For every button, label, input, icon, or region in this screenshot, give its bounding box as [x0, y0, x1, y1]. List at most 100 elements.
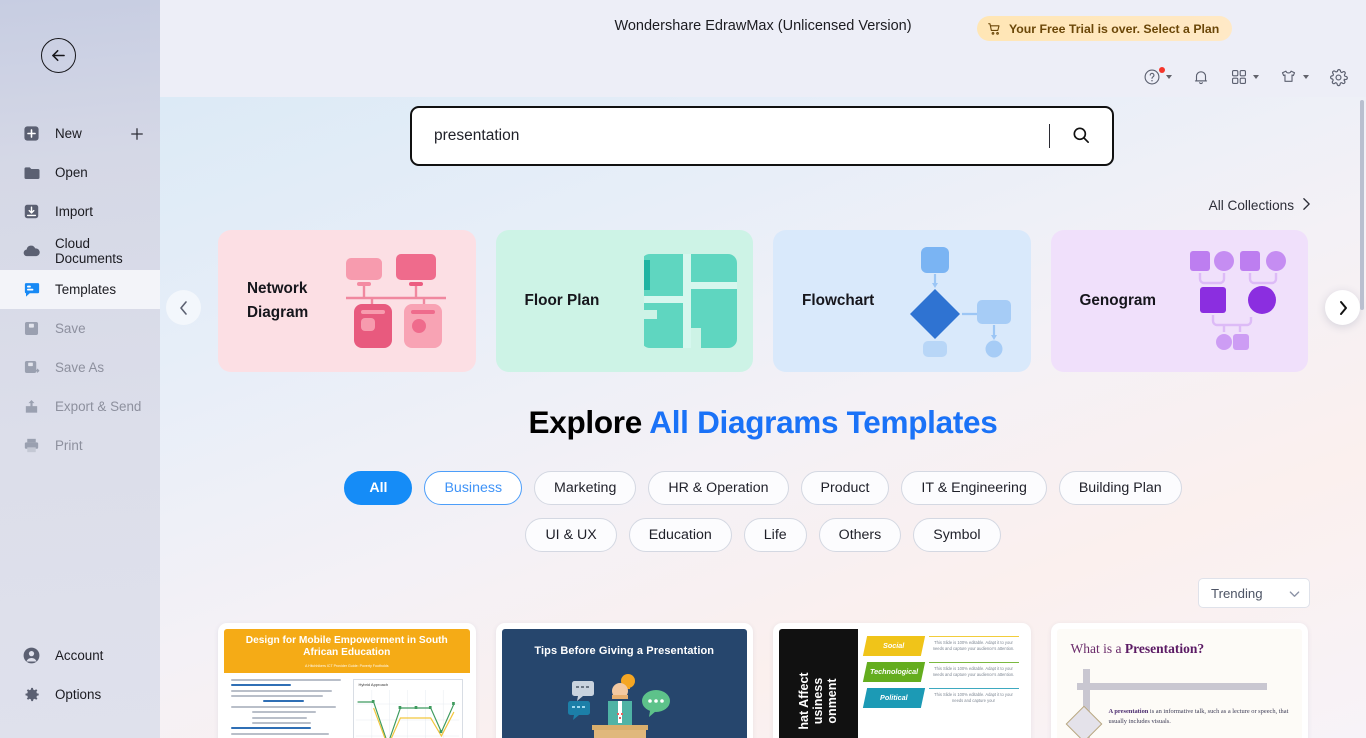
- template-card-what-is-presentation[interactable]: What is a Presentation? A presentation i…: [1050, 623, 1308, 738]
- search-button[interactable]: [1050, 108, 1112, 164]
- folder-icon: [22, 163, 41, 182]
- page-title: Explore All Diagrams Templates: [160, 404, 1366, 441]
- sidebar-item-import[interactable]: Import: [0, 192, 160, 231]
- filter-chip-symbol[interactable]: Symbol: [913, 518, 1001, 552]
- filter-chip-business[interactable]: Business: [424, 471, 523, 505]
- search-box[interactable]: [410, 106, 1114, 166]
- carousel-next-button[interactable]: [1325, 290, 1360, 325]
- save-icon: [22, 319, 41, 338]
- template-chart-caption: Hybrid Approach: [358, 681, 389, 687]
- filter-chip-hr-operation[interactable]: HR & Operation: [648, 471, 789, 505]
- category-carousel: Network Diagram Floor Plan Flowchart Gen…: [218, 230, 1308, 372]
- filter-chip-label: Marketing: [554, 480, 617, 496]
- sidebar-item-label: Save As: [55, 360, 105, 375]
- filter-chip-product[interactable]: Product: [800, 471, 890, 505]
- filter-chip-it-engineering[interactable]: IT & Engineering: [901, 471, 1047, 505]
- save-as-icon: [22, 358, 41, 377]
- export-icon: [22, 397, 41, 416]
- filter-chip-label: Symbol: [933, 527, 981, 543]
- category-card-flowchart[interactable]: Flowchart: [773, 230, 1031, 372]
- search-input[interactable]: [412, 127, 1049, 145]
- template-row-desc: This Slide is 100% editable. Adapt it to…: [928, 688, 1019, 705]
- account-icon: [22, 646, 41, 665]
- sidebar-item-cloud-documents[interactable]: Cloud Documents: [0, 231, 160, 270]
- template-row: Social This Slide is 100% editable. Adap…: [862, 636, 1019, 656]
- template-title-panel: hat Affect usiness onment: [779, 629, 858, 738]
- template-row-desc: This Slide is 100% editable. Adapt it to…: [928, 662, 1019, 679]
- template-card-tips-presentation[interactable]: Tips Before Giving a Presentation: [495, 623, 753, 738]
- back-button[interactable]: [41, 38, 76, 73]
- sidebar-item-export-send: Export & Send: [0, 387, 160, 426]
- chevron-down-icon: [1289, 586, 1300, 601]
- filter-chip-education[interactable]: Education: [628, 518, 732, 552]
- filter-chip-ui-ux[interactable]: UI & UX: [525, 518, 617, 552]
- sidebar-item-new[interactable]: New: [0, 114, 160, 153]
- filter-chip-all[interactable]: All: [344, 471, 413, 505]
- sidebar-item-account[interactable]: Account: [0, 636, 160, 675]
- template-title: Tips Before Giving a Presentation: [534, 645, 715, 657]
- plus-icon[interactable]: [128, 125, 146, 143]
- template-body: A presentation is an informative talk, s…: [1108, 708, 1289, 725]
- filter-chip-others[interactable]: Others: [818, 518, 902, 552]
- help-icon-button[interactable]: [1139, 66, 1176, 88]
- sidebar-item-options[interactable]: Options: [0, 675, 160, 714]
- scrollbar-thumb[interactable]: [1360, 100, 1364, 310]
- all-collections-link[interactable]: All Collections: [1209, 197, 1311, 214]
- trial-banner-button[interactable]: Your Free Trial is over. Select a Plan: [977, 16, 1233, 41]
- notification-bell-icon-button[interactable]: [1188, 66, 1214, 88]
- chevron-right-icon: [1302, 197, 1311, 214]
- category-card-genogram[interactable]: Genogram: [1050, 230, 1308, 372]
- floor-plan-art: [589, 230, 739, 372]
- sidebar-item-label: Export & Send: [55, 399, 142, 414]
- sidebar: New Open Import Cloud Documents Template…: [0, 0, 160, 738]
- tool-icon-row: [160, 57, 1366, 97]
- cloud-icon: [22, 241, 41, 260]
- sidebar-item-save: Save: [0, 309, 160, 348]
- sidebar-item-open[interactable]: Open: [0, 153, 160, 192]
- carousel-prev-button[interactable]: [166, 290, 201, 325]
- filter-chip-label: IT & Engineering: [921, 480, 1027, 496]
- sidebar-item-label: Cloud Documents: [55, 235, 123, 266]
- all-collections-label: All Collections: [1208, 198, 1294, 213]
- template-line-chart: [356, 689, 460, 738]
- title-bar: Wondershare EdrawMax (Unlicensed Version…: [160, 0, 1366, 57]
- template-title: hat Affect usiness onment: [797, 672, 840, 730]
- filter-chip-label: HR & Operation: [668, 480, 769, 496]
- category-card-label: Flowchart: [802, 292, 875, 310]
- template-card-factors-business[interactable]: hat Affect usiness onment Social This Sl…: [773, 623, 1031, 738]
- import-icon: [22, 202, 41, 221]
- filter-chip-marketing[interactable]: Marketing: [534, 471, 637, 505]
- trial-banner-label: Your Free Trial is over. Select a Plan: [1009, 21, 1220, 36]
- filter-row-1: All Business Marketing HR & Operation Pr…: [160, 471, 1366, 505]
- sidebar-item-save-as: Save As: [0, 348, 160, 387]
- template-row: Technological This Slide is 100% editabl…: [862, 662, 1019, 682]
- category-card-network-diagram[interactable]: Network Diagram: [218, 230, 476, 372]
- template-row-desc: This Slide is 100% editable. Adapt it to…: [928, 636, 1019, 653]
- sort-dropdown[interactable]: Trending: [1198, 578, 1310, 608]
- template-card-mobile-empowerment[interactable]: Design for Mobile Empowerment in South A…: [218, 623, 476, 738]
- theme-shirt-icon-button[interactable]: [1275, 66, 1313, 88]
- sidebar-item-label: Templates: [55, 282, 117, 297]
- filter-chip-label: Others: [838, 527, 882, 543]
- filter-chip-label: Life: [763, 527, 787, 543]
- sidebar-item-label: Open: [55, 165, 88, 180]
- search-icon: [1071, 125, 1091, 148]
- filter-chip-life[interactable]: Life: [743, 518, 807, 552]
- sidebar-item-label: Import: [55, 204, 93, 219]
- category-card-floor-plan[interactable]: Floor Plan: [495, 230, 753, 372]
- decorative-horizontal-bar: [1076, 683, 1267, 690]
- print-icon: [22, 436, 41, 455]
- filter-chip-building-plan[interactable]: Building Plan: [1058, 471, 1182, 505]
- sidebar-bottom-nav: Account Options: [0, 636, 160, 714]
- apps-grid-icon-button[interactable]: [1226, 66, 1263, 88]
- sidebar-item-label: Account: [55, 648, 104, 663]
- settings-gear-icon-button[interactable]: [1325, 66, 1352, 89]
- edrawmax-window: New Open Import Cloud Documents Template…: [0, 0, 1366, 738]
- template-title: Design for Mobile Empowerment in South A…: [245, 635, 448, 659]
- sidebar-item-templates[interactable]: Templates: [0, 270, 160, 309]
- options-gear-icon: [22, 685, 41, 704]
- sort-value: Trending: [1211, 585, 1263, 601]
- flowchart-art: [867, 230, 1017, 372]
- filter-row-2: UI & UX Education Life Others Symbol: [160, 518, 1366, 552]
- vertical-scrollbar[interactable]: [1359, 97, 1366, 738]
